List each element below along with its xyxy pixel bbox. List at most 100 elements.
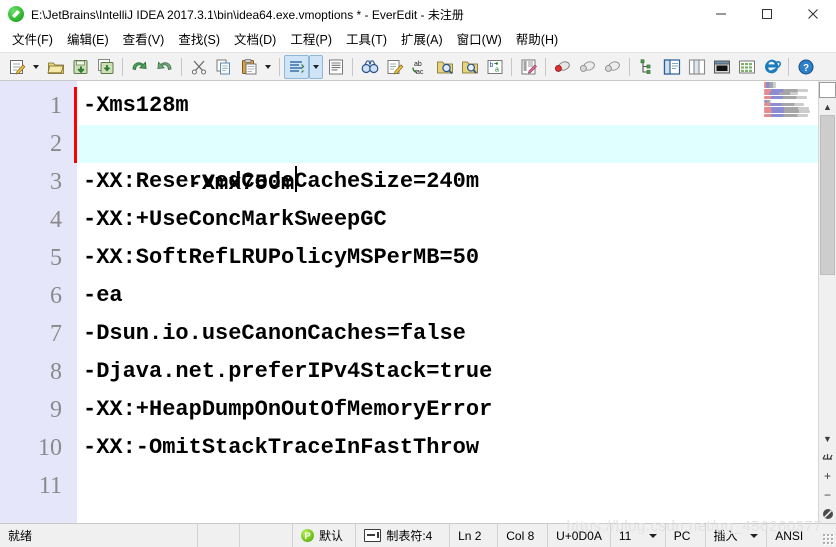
scroll-up-button[interactable]: ▲ xyxy=(819,98,836,115)
window-title: E:\JetBrains\IntelliJ IDEA 2017.3.1\bin\… xyxy=(31,7,464,22)
clipboard-icon[interactable] xyxy=(236,55,261,79)
line-number: 3 xyxy=(50,169,62,195)
save-disk-icon[interactable] xyxy=(68,55,93,79)
code-text-area[interactable]: -Xms128m -Xmx750m -XX:ReservedCodeCacheS… xyxy=(77,81,836,523)
status-syntax-label: 默认 xyxy=(318,529,343,543)
zoom-in-button[interactable]: + xyxy=(819,466,836,485)
minimize-button[interactable] xyxy=(698,0,744,28)
menu-item-window[interactable]: 窗口(W) xyxy=(450,30,509,51)
new-document-icon[interactable] xyxy=(4,55,29,79)
internet-explorer-icon[interactable] xyxy=(759,55,784,79)
code-line[interactable]: -XX:ReservedCodeCacheSize=240m xyxy=(77,163,836,201)
sort-dropdown-chevron-down-icon[interactable] xyxy=(309,54,323,79)
sort-lines-icon[interactable] xyxy=(284,54,309,79)
redo-arrow-icon[interactable] xyxy=(152,55,177,79)
code-line[interactable]: -XX:-OmitStackTraceInFastThrow xyxy=(77,429,836,467)
undo-arrow-icon[interactable] xyxy=(127,55,152,79)
insert-chevron-down-icon[interactable] xyxy=(750,533,759,538)
save-all-icon[interactable] xyxy=(93,55,118,79)
toolbar-separator xyxy=(279,57,280,76)
translate-ba-icon[interactable]: b a xyxy=(482,55,507,79)
status-tab-width[interactable]: 制表符:4 xyxy=(356,524,451,547)
everedit-window: E:\JetBrains\IntelliJ IDEA 2017.3.1\bin\… xyxy=(0,0,836,547)
toolbar-separator xyxy=(122,57,123,76)
snippets-grid-icon[interactable] xyxy=(734,55,759,79)
scrollbar-thumb[interactable] xyxy=(820,115,835,275)
vertical-scrollbar[interactable]: ▲ ▼ + − xyxy=(818,81,836,523)
edit-pencil-icon[interactable] xyxy=(382,55,407,79)
title-bar: E:\JetBrains\IntelliJ IDEA 2017.3.1\bin\… xyxy=(0,0,836,29)
line-number: 10 xyxy=(38,435,62,461)
editor-area[interactable]: 1 2 3 4 5 6 7 8 9 10 11 -Xms128m -Xmx750… xyxy=(0,81,836,524)
tree-nodes-icon[interactable] xyxy=(634,55,659,79)
paste-dropdown-chevron-down-icon[interactable] xyxy=(261,55,275,79)
menu-item-extension[interactable]: 扩展(A) xyxy=(394,30,450,51)
toolbar-separator xyxy=(629,57,630,76)
menu-item-project[interactable]: 工程(P) xyxy=(283,30,339,51)
code-line[interactable]: -XX:SoftRefLRUPolicyMSPerMB=50 xyxy=(77,239,836,277)
hex-edit-icon[interactable] xyxy=(516,55,541,79)
magnify-folder-icon[interactable] xyxy=(457,55,482,79)
menu-item-file[interactable]: 文件(F) xyxy=(5,30,60,51)
console-window-icon[interactable] xyxy=(709,55,734,79)
menu-item-search[interactable]: 查找(S) xyxy=(171,30,227,51)
new-document-dropdown-chevron-down-icon[interactable] xyxy=(29,55,43,79)
zoom-reset-button[interactable] xyxy=(819,504,836,523)
svg-text:a: a xyxy=(495,66,499,73)
line-number: 2 xyxy=(50,131,62,157)
scroll-down-button[interactable]: ▼ xyxy=(819,430,836,447)
code-line[interactable]: -XX:+UseConcMarkSweepGC xyxy=(77,201,836,239)
code-line[interactable]: -ea xyxy=(77,277,836,315)
syntax-badge-icon: P xyxy=(300,529,314,542)
close-button[interactable] xyxy=(790,0,836,28)
menu-item-edit[interactable]: 编辑(E) xyxy=(60,30,116,51)
find-in-files-icon[interactable] xyxy=(432,55,457,79)
code-line-current[interactable]: -Xmx750m xyxy=(77,125,836,196)
code-line[interactable]: -Dsun.io.useCanonCaches=false xyxy=(77,315,836,353)
open-folder-icon[interactable] xyxy=(43,55,68,79)
scrollbar-top-box[interactable] xyxy=(819,82,836,98)
menu-item-help[interactable]: 帮助(H) xyxy=(509,30,565,51)
split-view-icon[interactable] xyxy=(684,55,709,79)
status-insert-label: 插入 xyxy=(713,529,738,543)
toolbar: ab ac b a ? xyxy=(0,52,836,81)
maximize-button[interactable] xyxy=(744,0,790,28)
line-number-gutter: 1 2 3 4 5 6 7 8 9 10 11 xyxy=(0,81,74,523)
code-line[interactable]: -Xms128m xyxy=(77,87,836,125)
toolbar-separator xyxy=(788,57,789,76)
scissors-icon[interactable] xyxy=(186,55,211,79)
help-question-icon[interactable]: ? xyxy=(793,55,818,79)
code-line[interactable]: -XX:+HeapDumpOnOutOfMemoryError xyxy=(77,391,836,429)
binoculars-icon[interactable] xyxy=(357,55,382,79)
svg-text:b: b xyxy=(489,62,493,69)
status-eol[interactable]: 11 xyxy=(611,524,666,547)
status-blank-1 xyxy=(198,524,240,547)
toolbar-separator xyxy=(511,57,512,76)
split-editor-handle[interactable] xyxy=(819,447,836,466)
window-controls xyxy=(698,0,836,28)
status-insert-mode[interactable]: 插入 xyxy=(706,524,768,547)
bookmark-next-icon[interactable] xyxy=(600,55,625,79)
status-syntax-mode[interactable]: P 默认 xyxy=(293,524,357,547)
abc-replace-icon[interactable]: ab ac xyxy=(407,55,432,79)
resize-grip[interactable] xyxy=(822,524,836,547)
menu-item-view[interactable]: 查看(V) xyxy=(116,30,172,51)
bookmark-red-icon[interactable] xyxy=(550,55,575,79)
wrap-text-icon[interactable] xyxy=(323,55,348,79)
code-line[interactable] xyxy=(77,467,836,505)
menu-item-tools[interactable]: 工具(T) xyxy=(339,30,394,51)
line-number: 1 xyxy=(50,93,62,119)
copy-pages-icon[interactable] xyxy=(211,55,236,79)
status-encoding: ANSI xyxy=(775,528,804,543)
side-panel-icon[interactable] xyxy=(659,55,684,79)
line-number: 8 xyxy=(50,359,62,385)
toolbar-separator xyxy=(545,57,546,76)
menu-item-document[interactable]: 文档(D) xyxy=(227,30,283,51)
eol-chevron-down-icon[interactable] xyxy=(648,533,657,538)
bookmark-prev-icon[interactable] xyxy=(575,55,600,79)
code-line[interactable]: -Djava.net.preferIPv4Stack=true xyxy=(77,353,836,391)
line-number: 5 xyxy=(50,245,62,271)
resize-grip-icon xyxy=(822,533,834,545)
status-unicode: U+0D0A xyxy=(548,524,611,547)
zoom-out-button[interactable]: − xyxy=(819,485,836,504)
